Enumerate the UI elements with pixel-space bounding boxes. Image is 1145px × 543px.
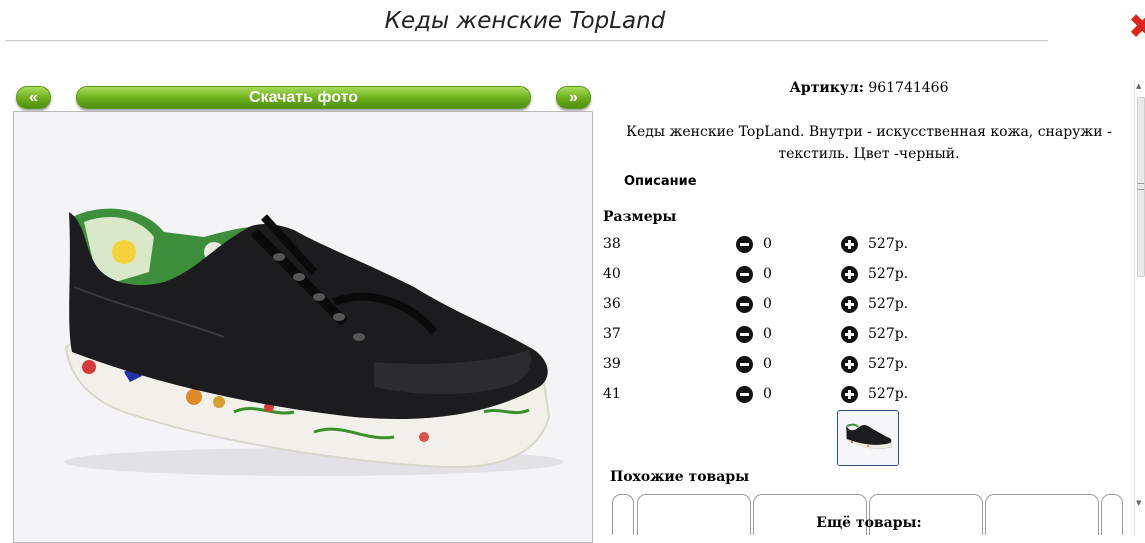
- article-value: 961741466: [868, 80, 949, 96]
- size-value: 38: [603, 236, 621, 252]
- sneaker-thumbnail-image: [838, 411, 898, 465]
- minus-icon[interactable]: [736, 266, 753, 283]
- plus-icon[interactable]: [841, 356, 858, 373]
- size-row: 39 0 527р.: [603, 353, 933, 377]
- download-photo-button[interactable]: Скачать фото: [76, 86, 531, 109]
- scroll-up-icon[interactable]: ▲: [1136, 82, 1141, 90]
- prev-photo-button[interactable]: «: [16, 86, 51, 109]
- size-value: 39: [603, 356, 621, 372]
- title-divider: [5, 40, 1048, 42]
- quantity-value: 0: [763, 326, 772, 342]
- quantity-value: 0: [763, 236, 772, 252]
- quantity-value: 0: [763, 356, 772, 372]
- size-value: 36: [603, 296, 621, 312]
- page-title: Кеды женские TopLand: [384, 8, 666, 34]
- minus-icon[interactable]: [736, 356, 753, 373]
- size-value: 40: [603, 266, 621, 282]
- size-value: 41: [603, 386, 621, 402]
- price-value: 527р.: [868, 296, 909, 312]
- minus-icon[interactable]: [736, 236, 753, 253]
- product-description: Кеды женские TopLand. Внутри - искусстве…: [626, 124, 1112, 162]
- minus-icon[interactable]: [736, 386, 753, 403]
- price-value: 527р.: [868, 236, 909, 252]
- size-row: 36 0 527р.: [603, 293, 933, 317]
- product-photo[interactable]: [13, 111, 593, 543]
- similar-products-title: Похожие товары: [610, 469, 750, 485]
- price-value: 527р.: [868, 326, 909, 342]
- scroll-grip-icon: [1138, 183, 1144, 190]
- minus-icon[interactable]: [736, 326, 753, 343]
- size-row: 37 0 527р.: [603, 323, 933, 347]
- sizes-title: Размеры: [603, 209, 677, 225]
- article-label: Артикул:: [789, 80, 864, 96]
- article-line: Артикул: 961741466: [604, 80, 1134, 96]
- size-row: 40 0 527р.: [603, 263, 933, 287]
- price-value: 527р.: [868, 356, 909, 372]
- minus-icon[interactable]: [736, 296, 753, 313]
- next-photo-button[interactable]: »: [556, 86, 591, 109]
- quantity-value: 0: [763, 386, 772, 402]
- quantity-value: 0: [763, 296, 772, 312]
- quantity-value: 0: [763, 266, 772, 282]
- size-row: 41 0 527р.: [603, 383, 933, 407]
- price-value: 527р.: [868, 386, 909, 402]
- scroll-down-icon[interactable]: ▼: [1136, 499, 1141, 507]
- plus-icon[interactable]: [841, 296, 858, 313]
- plus-icon[interactable]: [841, 326, 858, 343]
- plus-icon[interactable]: [841, 386, 858, 403]
- plus-icon[interactable]: [841, 266, 858, 283]
- size-row: 38 0 527р.: [603, 233, 933, 257]
- sneaker-image: [14, 112, 592, 542]
- price-value: 527р.: [868, 266, 909, 282]
- product-thumbnail[interactable]: [837, 410, 899, 466]
- close-icon[interactable]: ✖: [1128, 10, 1145, 44]
- more-products-title: Ещё товары:: [816, 515, 922, 531]
- plus-icon[interactable]: [841, 236, 858, 253]
- description-link[interactable]: Описание: [624, 174, 697, 189]
- size-value: 37: [603, 326, 621, 342]
